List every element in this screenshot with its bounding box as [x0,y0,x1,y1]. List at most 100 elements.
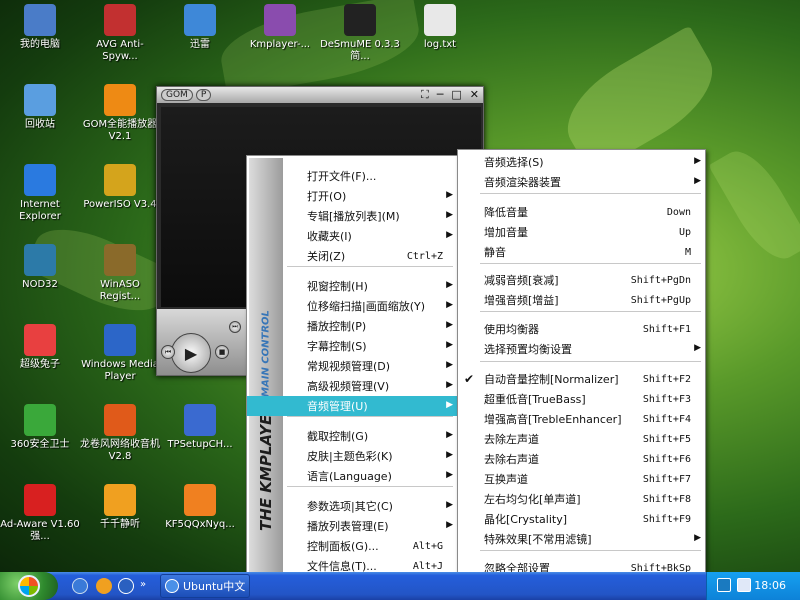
taskbar-window-button[interactable]: Ubuntu中文 [160,574,250,598]
audio-menu-item[interactable]: 选择预置均衡设置 ▶ [458,339,705,359]
main-menu-item[interactable]: 控制面板(G)... Alt+G [247,536,457,556]
quicklaunch-ttplayer-icon[interactable] [96,578,112,594]
audio-menu-item[interactable]: ✔ 自动音量控制[Normalizer] Shift+F2 [458,369,705,389]
main-menu-item[interactable]: 收藏夹(I) ▶ [247,226,457,246]
desktop-icon[interactable]: GOM全能播放器 V2.1 [80,82,160,158]
audio-menu-item[interactable]: 增加音量 Up [458,222,705,242]
quicklaunch-ie-icon[interactable] [72,578,88,594]
tray-network-icon[interactable] [717,578,731,592]
audio-menu-item[interactable]: 减弱音频[衰减] Shift+PgDn [458,270,705,290]
360-safeguard-icon [24,404,56,436]
menu-item-label: 增强高音[TrebleEnhancer] [484,413,622,426]
desktop-icon[interactable]: WinASO Regist... [80,242,160,318]
audio-menu-item[interactable]: 音频选择(S) ▶ [458,152,705,172]
main-menu-item[interactable]: 打开文件(F)... [247,166,457,186]
audio-management-submenu[interactable]: 音频选择(S) ▶ 音频渲染器装置 ▶ 降低音量 Down 增加音量 Up 静音 M 减弱音频[衰减… [457,149,706,600]
menu-item-label: 晶化[Crystality] [484,513,568,526]
stop-button[interactable]: ■ [215,345,229,359]
desktop-icon[interactable]: Kmplayer-... [240,2,320,78]
desktop-icon[interactable]: TPSetupCH... [160,402,240,478]
main-menu-item[interactable]: 常规视频管理(D) ▶ [247,356,457,376]
player-menu-button[interactable]: P [195,89,212,101]
main-menu-item[interactable]: 视窗控制(H) ▶ [247,276,457,296]
audio-menu-item[interactable]: 超重低音[TrueBass] Shift+F3 [458,389,705,409]
tray-floppy-icon[interactable] [737,578,751,592]
main-menu-item[interactable]: 皮肤|主题色彩(K) ▶ [247,446,457,466]
maximize-icon[interactable]: □ [451,88,461,102]
menu-item-label: 位移缩扫描|画面缩放(Y) [307,300,426,313]
desktop-icon[interactable]: 迅雷 [160,2,240,78]
play-button[interactable]: ▶ [171,333,211,373]
menu-item-label: 打开(O) [307,190,347,203]
desktop-icon[interactable]: 回收站 [0,82,80,158]
desktop-icon[interactable]: AVG Anti-Spyw... [80,2,160,78]
audio-menu-item[interactable]: 晶化[Crystality] Shift+F9 [458,509,705,529]
main-menu-item[interactable]: 截取控制(G) ▶ [247,426,457,446]
desktop-icon-label: 我的电脑 [20,39,60,50]
main-menu-item[interactable]: 语言(Language) ▶ [247,466,457,486]
main-menu-item[interactable]: 位移缩扫描|画面缩放(Y) ▶ [247,296,457,316]
taskbar: » Ubuntu中文 18:06 [0,572,800,600]
audio-menu-item[interactable]: 左右均匀化[单声道] Shift+F8 [458,489,705,509]
audio-menu-item[interactable]: 使用均衡器 Shift+F1 [458,319,705,339]
audio-menu-item[interactable]: 互换声道 Shift+F7 [458,469,705,489]
submenu-arrow-icon: ▶ [694,176,701,186]
menu-item-shortcut: Shift+F8 [642,493,691,505]
resize-icon[interactable]: ⛶ [421,88,429,102]
minimize-icon[interactable]: ─ [437,88,444,102]
desktop-icon[interactable]: 千千静听 [80,482,160,558]
audio-menu-item[interactable]: 增强音频[增益] Shift+PgUp [458,290,705,310]
audio-menu-item[interactable]: 去除右声道 Shift+F6 [458,449,705,469]
audio-menu-item[interactable]: 降低音量 Down [458,202,705,222]
main-menu-item[interactable]: 打开(O) ▶ [247,186,457,206]
menu-item-shortcut: Shift+PgDn [630,274,691,286]
clock[interactable]: 18:06 [754,579,786,592]
desktop-icon[interactable]: Ad-Aware V1.60强... [0,482,80,558]
main-menu-item[interactable]: 参数选项|其它(C) ▶ [247,496,457,516]
menu-item-shortcut: Alt+J [412,560,443,572]
desktop-icon-label: log.txt [423,39,457,50]
audio-menu-item[interactable]: 增强高音[TrebleEnhancer] Shift+F4 [458,409,705,429]
submenu-arrow-icon: ▶ [446,400,453,410]
submenu-arrow-icon: ▶ [446,340,453,350]
audio-menu-item[interactable]: 特殊效果[不常用滤镜] ▶ [458,529,705,549]
main-menu-item[interactable]: 字幕控制(S) ▶ [247,336,457,356]
desktop-icon[interactable]: NOD32 [0,242,80,318]
main-menu-item[interactable]: 专辑[播放列表](M) ▶ [247,206,457,226]
main-menu-item[interactable]: 播放列表管理(E) ▶ [247,516,457,536]
menu-item-label: 播放列表管理(E) [307,520,389,533]
internet-explorer-icon [24,164,56,196]
gom-logo-button[interactable]: GOM [161,89,193,101]
desktop-icon[interactable]: log.txt [400,2,480,78]
audio-menu-item[interactable]: 去除左声道 Shift+F5 [458,429,705,449]
main-menu-item[interactable]: 高级视频管理(V) ▶ [247,376,457,396]
kmplayer-main-menu[interactable]: MAIN CONTROL THE KMPLAYER 打开文件(F)... 打开(O… [246,155,458,600]
desktop-icon[interactable]: PowerISO V3.4 [80,162,160,238]
main-menu-item[interactable]: 音频管理(U) ▶ [247,396,457,416]
desktop-icon[interactable]: 龙卷风网络收音机 V2.8 [80,402,160,478]
quicklaunch-qq-icon[interactable] [118,578,134,594]
menu-item-label: 音频管理(U) [307,400,368,413]
audio-menu-item[interactable]: 静音 M [458,242,705,262]
close-icon[interactable]: ✕ [470,88,479,102]
desktop-icon[interactable]: DeSmuME 0.3.3简... [320,2,400,78]
main-menu-item[interactable]: 播放控制(P) ▶ [247,316,457,336]
desktop-icon[interactable]: 超级兔子 [0,322,80,398]
desktop-icon[interactable]: 360安全卫士 [0,402,80,478]
desktop-icon[interactable]: KF5QQxNyq... [160,482,240,558]
menu-item-label: 播放控制(P) [307,320,367,333]
desktop-icon[interactable]: 我的电脑 [0,2,80,78]
start-button[interactable] [0,572,58,600]
next-button[interactable]: ⏭ [229,321,241,333]
menu-item-shortcut: Shift+F4 [642,413,691,425]
audio-menu-item[interactable]: 音频渲染器装置 ▶ [458,172,705,192]
player-titlebar[interactable]: GOM P ⛶ ─ □ ✕ [157,87,483,103]
submenu-arrow-icon: ▶ [446,300,453,310]
desktop-icon[interactable]: Internet Explorer [0,162,80,238]
prev-button[interactable]: ⏮ [161,345,175,359]
desktop-icon[interactable]: Windows Media Player [80,322,160,398]
submenu-arrow-icon: ▶ [446,470,453,480]
quicklaunch-expand-icon[interactable]: » [140,579,146,590]
winrar-icon [264,4,296,36]
main-menu-item[interactable]: 关闭(Z) Ctrl+Z [247,246,457,266]
